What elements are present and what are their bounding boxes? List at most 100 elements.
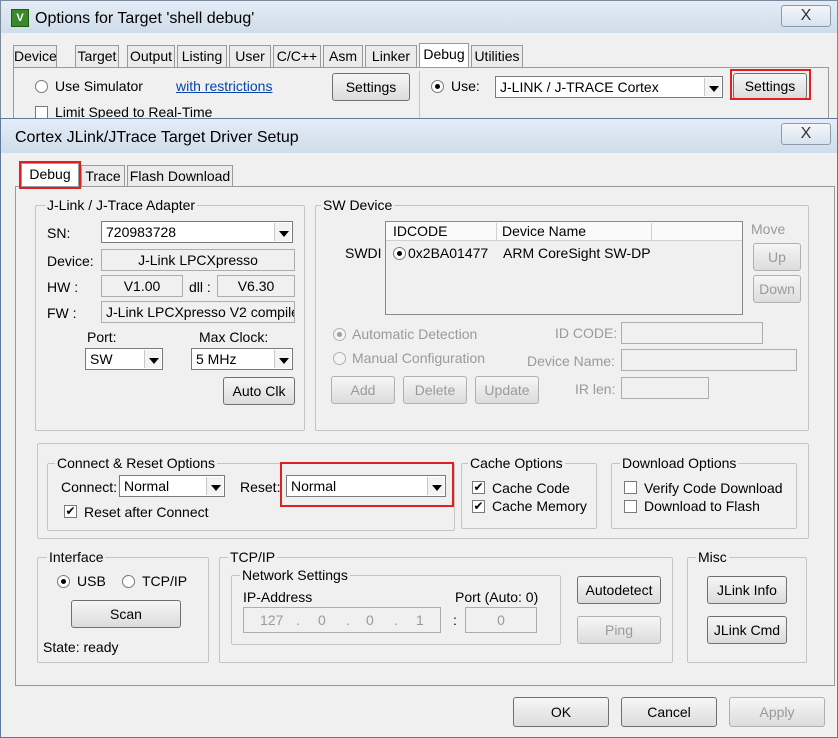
- device-name-input[interactable]: [621, 349, 797, 371]
- driver-tab[interactable]: Trace: [81, 165, 125, 187]
- move-up-button[interactable]: Up: [753, 243, 801, 271]
- ip-octet-2: 0: [318, 612, 326, 628]
- connect-reset-group-label: Connect & Reset Options: [55, 455, 217, 471]
- debugger-select[interactable]: J-LINK / J-TRACE Cortex: [495, 76, 723, 98]
- col-header-device-name[interactable]: Device Name: [502, 223, 652, 241]
- outer-tab[interactable]: Linker: [365, 45, 417, 67]
- reset-after-connect-label: Reset after Connect: [84, 504, 209, 520]
- outer-tab[interactable]: Listing: [177, 45, 227, 67]
- sn-select[interactable]: 720983728: [101, 221, 293, 243]
- automatic-detection-label: Automatic Detection: [352, 326, 478, 342]
- driver-setup-close-button[interactable]: X: [781, 123, 831, 145]
- ip-address-label: IP-Address: [243, 589, 313, 605]
- with-restrictions-link[interactable]: with restrictions: [176, 78, 272, 94]
- row-select-radio[interactable]: [393, 247, 406, 260]
- interface-group-label: Interface: [47, 549, 106, 565]
- reset-select[interactable]: Normal: [286, 475, 446, 497]
- state-text: State: ready: [43, 639, 119, 655]
- usb-radio[interactable]: [57, 575, 70, 588]
- manual-configuration-label: Manual Configuration: [352, 350, 486, 366]
- device-field: J-Link LPCXpresso: [101, 249, 295, 271]
- add-button[interactable]: Add: [331, 376, 395, 404]
- outer-tab[interactable]: Asm: [323, 45, 363, 67]
- port-select[interactable]: SW: [85, 348, 163, 370]
- ok-button[interactable]: OK: [513, 697, 609, 727]
- chevron-down-icon: [274, 223, 291, 241]
- id-code-input[interactable]: [621, 322, 763, 344]
- app-icon: V: [11, 9, 29, 27]
- ip-address-input[interactable]: 127 . 0 . 0 . 1: [243, 607, 441, 633]
- cache-memory-label: Cache Memory: [492, 498, 587, 514]
- ir-len-label: IR len:: [575, 381, 616, 397]
- outer-tab[interactable]: Utilities: [471, 45, 523, 67]
- jlink-cmd-button[interactable]: JLink Cmd: [707, 616, 787, 644]
- port-label: Port:: [87, 329, 117, 345]
- move-down-button[interactable]: Down: [753, 275, 801, 303]
- jlink-info-button[interactable]: JLink Info: [707, 576, 787, 604]
- ip-dot-3: .: [394, 612, 398, 628]
- ip-octet-3: 0: [366, 612, 374, 628]
- adapter-group-label: J-Link / J-Trace Adapter: [45, 197, 198, 213]
- automatic-detection-radio[interactable]: [333, 328, 346, 341]
- tcpip-radio[interactable]: [122, 575, 135, 588]
- hw-field: V1.00: [101, 275, 183, 297]
- tcp-port-input[interactable]: 0: [465, 607, 537, 633]
- verify-code-download-checkbox[interactable]: [624, 481, 637, 494]
- col-header-idcode[interactable]: IDCODE: [393, 223, 497, 241]
- table-row[interactable]: 0x2BA01477 ARM CoreSight SW-DP: [390, 244, 730, 264]
- fw-label: FW :: [47, 305, 77, 321]
- auto-clk-button[interactable]: Auto Clk: [223, 377, 295, 405]
- manual-configuration-radio[interactable]: [333, 352, 346, 365]
- reset-after-connect-checkbox[interactable]: ✔: [64, 505, 77, 518]
- simulator-settings-button[interactable]: Settings: [332, 73, 410, 101]
- outer-tab[interactable]: Target: [75, 45, 119, 67]
- cache-code-checkbox[interactable]: ✔: [472, 481, 485, 494]
- connect-select[interactable]: Normal: [119, 475, 225, 497]
- port-colon: :: [453, 612, 457, 628]
- autodetect-button[interactable]: Autodetect: [577, 576, 661, 604]
- ip-dot-1: .: [296, 612, 300, 628]
- connect-reset-group: [47, 463, 455, 531]
- use-simulator-radio[interactable]: [35, 80, 48, 93]
- close-icon: X: [800, 125, 812, 142]
- port-auto-label: Port (Auto: 0): [455, 589, 539, 605]
- ir-len-input[interactable]: [621, 377, 709, 399]
- device-label: Device:: [47, 253, 94, 269]
- download-options-group-label: Download Options: [620, 455, 739, 471]
- sw-device-group-label: SW Device: [321, 197, 395, 213]
- update-button[interactable]: Update: [475, 376, 539, 404]
- options-close-button[interactable]: X: [781, 5, 831, 27]
- row-idcode: 0x2BA01477: [408, 245, 489, 261]
- cache-memory-checkbox[interactable]: ✔: [472, 500, 485, 513]
- outer-tab[interactable]: Output: [127, 45, 175, 67]
- chevron-down-icon: [206, 477, 223, 495]
- ping-button[interactable]: Ping: [577, 616, 661, 644]
- vertical-separator: [419, 71, 420, 121]
- delete-button[interactable]: Delete: [403, 376, 467, 404]
- chevron-down-icon: [704, 78, 721, 96]
- apply-button[interactable]: Apply: [729, 697, 825, 727]
- outer-tab[interactable]: User: [229, 45, 271, 67]
- download-to-flash-checkbox[interactable]: [624, 500, 637, 513]
- swdi-label: SWDI: [345, 245, 382, 261]
- max-clock-select[interactable]: 5 MHz: [191, 348, 293, 370]
- dll-field: V6.30: [217, 275, 295, 297]
- chevron-down-icon: [427, 477, 444, 495]
- ip-dot-2: .: [346, 612, 350, 628]
- sn-value: 720983728: [106, 224, 177, 240]
- outer-tab[interactable]: C/C++: [273, 45, 321, 67]
- cancel-button[interactable]: Cancel: [621, 697, 717, 727]
- outer-tab[interactable]: Device: [13, 45, 57, 67]
- options-title: Options for Target 'shell debug': [35, 10, 255, 27]
- scan-button[interactable]: Scan: [71, 600, 181, 628]
- misc-group-label: Misc: [696, 549, 729, 565]
- ip-octet-4: 1: [416, 612, 424, 628]
- connect-label: Connect:: [61, 479, 118, 495]
- driver-tab[interactable]: Flash Download: [127, 165, 233, 187]
- debugger-settings-button[interactable]: Settings: [733, 73, 807, 99]
- outer-tab[interactable]: Debug: [419, 43, 469, 67]
- driver-tab[interactable]: Debug: [21, 163, 79, 187]
- tcp-port-value: 0: [497, 612, 505, 628]
- reset-value: Normal: [291, 478, 337, 494]
- use-debugger-radio[interactable]: [431, 80, 444, 93]
